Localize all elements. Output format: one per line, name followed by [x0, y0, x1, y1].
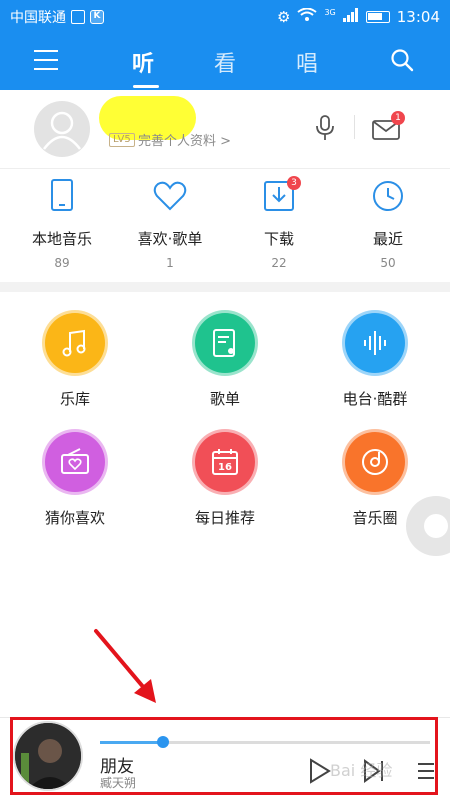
- playlist-icon: [192, 310, 258, 376]
- stat-label: 本地音乐: [31, 230, 92, 248]
- profile-divider: [0, 168, 450, 169]
- wifi-icon: [297, 7, 318, 26]
- grid-item-guess-you-like[interactable]: 猜你喜欢: [15, 429, 135, 528]
- phone-icon: [51, 179, 73, 211]
- mail-badge: 1: [391, 111, 405, 125]
- tab-listen[interactable]: 听: [123, 46, 163, 78]
- image-notification-icon: [71, 10, 85, 24]
- stat-recent[interactable]: 最近 50: [338, 178, 438, 270]
- radio-wave-icon: [342, 310, 408, 376]
- header-divider: [354, 115, 355, 139]
- stat-label: 最近: [372, 230, 403, 248]
- grid-item-library[interactable]: 乐库: [15, 310, 135, 409]
- stat-downloads[interactable]: 下载 22: [229, 178, 329, 270]
- stat-label: 下载: [263, 230, 294, 248]
- menu-icon[interactable]: [34, 50, 58, 70]
- stat-label: 喜欢·歌单: [137, 230, 203, 248]
- stat-count: 50: [380, 256, 396, 270]
- music-note-icon: [42, 310, 108, 376]
- grid-label: 猜你喜欢: [44, 509, 105, 527]
- microphone-icon[interactable]: [313, 114, 337, 142]
- search-icon[interactable]: [390, 48, 414, 72]
- stat-count: 22: [271, 256, 287, 270]
- battery-icon: [365, 11, 390, 23]
- stat-count: 1: [166, 256, 174, 270]
- network-type: 3G: [324, 7, 336, 17]
- top-nav-bar: 听 看 唱: [0, 34, 450, 90]
- vibrate-icon: ⚙: [277, 8, 291, 26]
- grid-item-daily-recommend[interactable]: 16 每日推荐: [165, 429, 285, 528]
- tab-watch[interactable]: 看: [205, 46, 245, 78]
- stat-favorites[interactable]: 喜欢·歌单 1: [120, 178, 220, 270]
- grid-item-playlists[interactable]: 歌单: [165, 310, 285, 409]
- grid-label: 每日推荐: [194, 509, 255, 527]
- stat-local-music[interactable]: 本地音乐 89: [12, 178, 112, 270]
- section-divider: [0, 282, 450, 292]
- kugou-notification-icon: K: [90, 10, 104, 24]
- signal-icon: [342, 8, 359, 26]
- calendar-icon: 16: [192, 429, 258, 495]
- grid-label: 电台·酷群: [342, 390, 408, 408]
- annotation-highlight-box: [10, 717, 438, 795]
- avatar[interactable]: [34, 101, 90, 157]
- clock-icon: [373, 181, 403, 211]
- clock-time: 13:04: [396, 8, 440, 26]
- complete-profile-link[interactable]: 完善个人资料 >: [138, 130, 231, 149]
- grid-label: 歌单: [209, 390, 240, 408]
- status-bar: 中国联通 K ⚙ 3G 13:04: [0, 0, 450, 34]
- grid-item-radio[interactable]: 电台·酷群: [315, 310, 435, 409]
- tab-sing[interactable]: 唱: [287, 46, 327, 78]
- svg-text:16: 16: [218, 462, 232, 473]
- level-badge: LV5: [109, 133, 135, 147]
- stat-count: 89: [54, 256, 70, 270]
- carrier-name: 中国联通: [10, 10, 66, 26]
- download-badge: 3: [287, 176, 301, 190]
- active-tab-indicator: [133, 85, 159, 88]
- annotation-arrow-icon: [94, 629, 156, 703]
- disc-icon: [342, 429, 408, 495]
- grid-label: 乐库: [59, 390, 90, 408]
- heart-icon: [153, 181, 187, 211]
- radio-heart-icon: [42, 429, 108, 495]
